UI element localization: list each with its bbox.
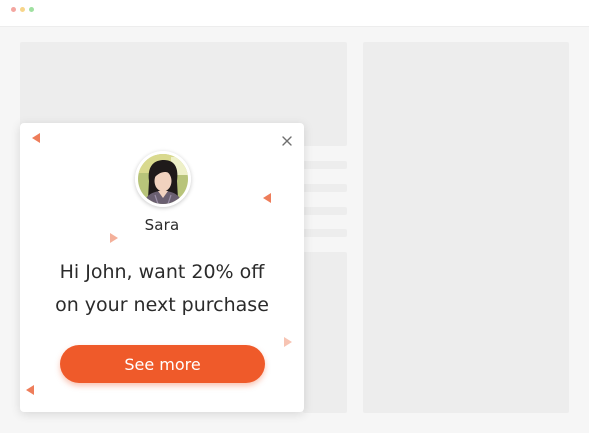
browser-window: Sara Hi John, want 20% off on your next … bbox=[0, 0, 589, 433]
decorative-triangle-icon bbox=[26, 385, 34, 395]
decorative-triangle-icon bbox=[110, 233, 118, 243]
maximize-window-dot[interactable] bbox=[29, 7, 34, 12]
placeholder-block bbox=[303, 252, 347, 413]
avatar bbox=[135, 151, 191, 207]
promo-headline: Hi John, want 20% off on your next purch… bbox=[20, 256, 304, 322]
headline-line: Hi John, want 20% off bbox=[59, 261, 265, 283]
decorative-triangle-icon bbox=[263, 193, 271, 203]
minimize-window-dot[interactable] bbox=[20, 7, 25, 12]
sender-name: Sara bbox=[144, 216, 180, 234]
decorative-triangle-icon bbox=[32, 133, 40, 143]
placeholder-line bbox=[303, 229, 347, 237]
close-window-dot[interactable] bbox=[11, 7, 16, 12]
window-titlebar bbox=[0, 0, 589, 27]
see-more-button[interactable]: See more bbox=[60, 345, 265, 383]
placeholder-line bbox=[303, 184, 347, 192]
close-icon[interactable] bbox=[279, 133, 295, 149]
placeholder-sidebar bbox=[363, 42, 569, 413]
headline-line: on your next purchase bbox=[55, 294, 269, 316]
decorative-triangle-icon bbox=[284, 337, 292, 347]
placeholder-line bbox=[303, 161, 347, 169]
promo-popup: Sara Hi John, want 20% off on your next … bbox=[20, 123, 304, 412]
placeholder-line bbox=[303, 207, 347, 215]
